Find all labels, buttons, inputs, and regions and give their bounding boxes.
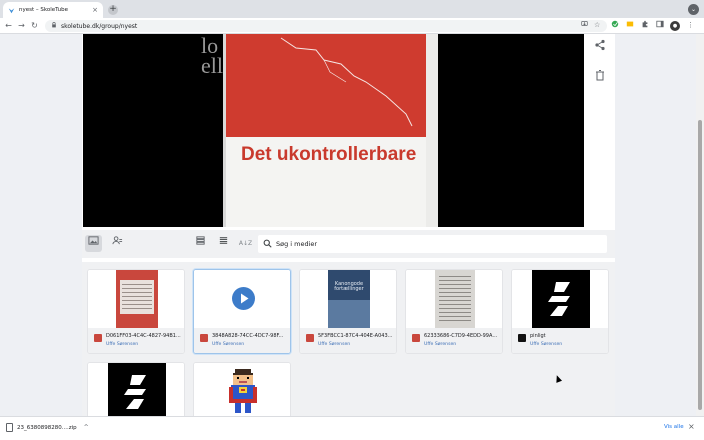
image-type-icon xyxy=(94,334,102,342)
pixel-superhero-image xyxy=(229,369,257,413)
media-owner[interactable]: Uffe Sørensen xyxy=(530,342,606,347)
media-card[interactable]: 3848A828-74CC-4DC7-98F... Uffe Sørensen xyxy=(193,269,291,354)
delete-icon[interactable] xyxy=(593,69,607,83)
logo-s-icon xyxy=(124,375,146,409)
media-card[interactable]: 62333686-C7D9-4EDD-99A1... Uffe Sørensen xyxy=(405,269,503,354)
browser-titlebar: nyest – SkoleTube × + ⌄ xyxy=(0,0,704,18)
search-icon xyxy=(263,239,272,250)
bookmark-star-icon[interactable]: ☆ xyxy=(594,20,600,31)
download-options-chevron-icon[interactable]: ^ xyxy=(84,424,89,431)
media-name: D061FF03-4C4C-4827-94B1... xyxy=(106,333,181,339)
media-filter-bar: A↓Z xyxy=(82,230,615,258)
share-icon[interactable] xyxy=(593,39,607,53)
sort-az-icon[interactable]: A↓Z xyxy=(237,235,254,252)
download-file-name: 23_6380898280....zip xyxy=(17,424,77,431)
image-type-icon xyxy=(518,334,526,342)
forward-icon[interactable]: → xyxy=(16,20,27,31)
search-input[interactable] xyxy=(276,240,596,248)
media-card[interactable] xyxy=(87,362,185,416)
back-icon[interactable]: ← xyxy=(3,20,14,31)
media-container: lo ell Det ukontrollerbare A↓Z Søg i med… xyxy=(82,34,615,416)
video-player[interactable]: lo ell Det ukontrollerbare xyxy=(83,34,584,227)
image-type-icon xyxy=(412,334,420,342)
media-thumbnail xyxy=(194,363,290,416)
media-owner[interactable]: Uffe Sørensen xyxy=(318,342,394,347)
media-thumbnail xyxy=(88,363,184,416)
video-type-icon xyxy=(200,334,208,342)
list-view-icon[interactable] xyxy=(215,235,232,252)
media-name: 3848A828-74CC-4DC7-98F... xyxy=(212,333,284,339)
media-card[interactable]: pinligt Uffe Sørensen xyxy=(511,269,609,354)
stack-view-icon[interactable] xyxy=(192,235,209,252)
background-book-text: lo ell xyxy=(201,34,223,78)
player-side-actions xyxy=(585,34,615,227)
browser-toolbar: ← → ↻ skoletube.dk/group/nyest ☆ ● ⋮ xyxy=(0,18,704,34)
play-icon[interactable] xyxy=(232,287,255,310)
media-info: 5F3FBCC1-87C4-404E-A043... Uffe Sørensen xyxy=(300,328,396,353)
media-owner[interactable]: Uffe Sørensen xyxy=(106,342,182,347)
tab-title: nyest – SkoleTube xyxy=(19,7,69,13)
url-text: skoletube.dk/group/nyest xyxy=(61,22,138,30)
page-content: lo ell Det ukontrollerbare A↓Z Søg i med… xyxy=(0,34,704,416)
scrollbar-thumb[interactable] xyxy=(698,120,702,410)
media-grid: D061FF03-4C4C-4827-94B1... Uffe Sørensen… xyxy=(82,262,615,416)
media-owner[interactable]: Uffe Sørensen xyxy=(424,342,500,347)
more-menu-icon[interactable]: ⋮ xyxy=(686,20,695,31)
skoletube-favicon-icon xyxy=(8,7,15,14)
users-filter-icon[interactable] xyxy=(109,235,126,252)
media-card[interactable]: Kanongode fortællinger 5F3FBCC1-87C4-404… xyxy=(299,269,397,354)
media-thumbnail xyxy=(194,270,290,328)
media-info: 3848A828-74CC-4DC7-98F... Uffe Sørensen xyxy=(194,328,290,353)
reload-icon[interactable]: ↻ xyxy=(29,20,40,31)
extension-folder-icon[interactable] xyxy=(625,20,634,31)
page-scrollbar[interactable] xyxy=(696,34,704,416)
address-bar[interactable]: skoletube.dk/group/nyest xyxy=(45,20,607,32)
media-search[interactable] xyxy=(258,235,607,253)
browser-tab[interactable]: nyest – SkoleTube × xyxy=(3,2,103,18)
window-menu-icon[interactable]: ⌄ xyxy=(688,4,699,15)
tab-close-icon[interactable]: × xyxy=(92,6,98,14)
new-tab-button[interactable]: + xyxy=(108,5,118,15)
media-card[interactable]: D061FF03-4C4C-4827-94B1... Uffe Sørensen xyxy=(87,269,185,354)
image-type-icon xyxy=(306,334,314,342)
extensions-puzzle-icon[interactable] xyxy=(640,20,649,31)
download-item[interactable]: 23_6380898280....zip ^ xyxy=(6,423,89,432)
book-pages-edge xyxy=(426,34,438,227)
media-info: pinligt Uffe Sørensen xyxy=(512,328,608,353)
media-name: 62333686-C7D9-4EDD-99A1... xyxy=(424,333,500,339)
profile-avatar[interactable]: ● xyxy=(670,20,680,31)
side-panel-icon[interactable] xyxy=(655,20,664,31)
media-owner[interactable]: Uffe Sørensen xyxy=(212,342,288,347)
media-name: 5F3FBCC1-87C4-404E-A043... xyxy=(318,333,393,339)
site-info-icon[interactable] xyxy=(51,21,57,30)
media-name: pinligt xyxy=(530,333,546,339)
media-thumbnail: Kanongode fortællinger xyxy=(300,270,396,328)
media-thumbnail xyxy=(88,270,184,328)
show-all-downloads-link[interactable]: Vis alle xyxy=(664,424,684,430)
media-card[interactable] xyxy=(193,362,291,416)
media-info: 62333686-C7D9-4EDD-99A1... Uffe Sørensen xyxy=(406,328,502,353)
close-download-bar-icon[interactable]: × xyxy=(688,422,695,431)
logo-s-icon xyxy=(548,282,570,316)
gallery-view-icon[interactable] xyxy=(85,235,102,252)
cover-crack-lines xyxy=(280,37,413,127)
zip-file-icon xyxy=(6,423,13,432)
book-cover-text: Kanongode fortællinger xyxy=(334,281,364,292)
media-thumbnail xyxy=(512,270,608,328)
extension-green-icon[interactable] xyxy=(610,20,619,31)
media-info: D061FF03-4C4C-4827-94B1... Uffe Sørensen xyxy=(88,328,184,353)
toolbar-icons: ● ⋮ xyxy=(610,20,695,31)
install-app-icon[interactable] xyxy=(581,20,588,31)
book-cover-image: Det ukontrollerbare xyxy=(226,34,438,227)
media-thumbnail xyxy=(406,270,502,328)
book-title: Det ukontrollerbare xyxy=(241,144,417,165)
download-bar: 23_6380898280....zip ^ Vis alle × xyxy=(0,416,704,440)
